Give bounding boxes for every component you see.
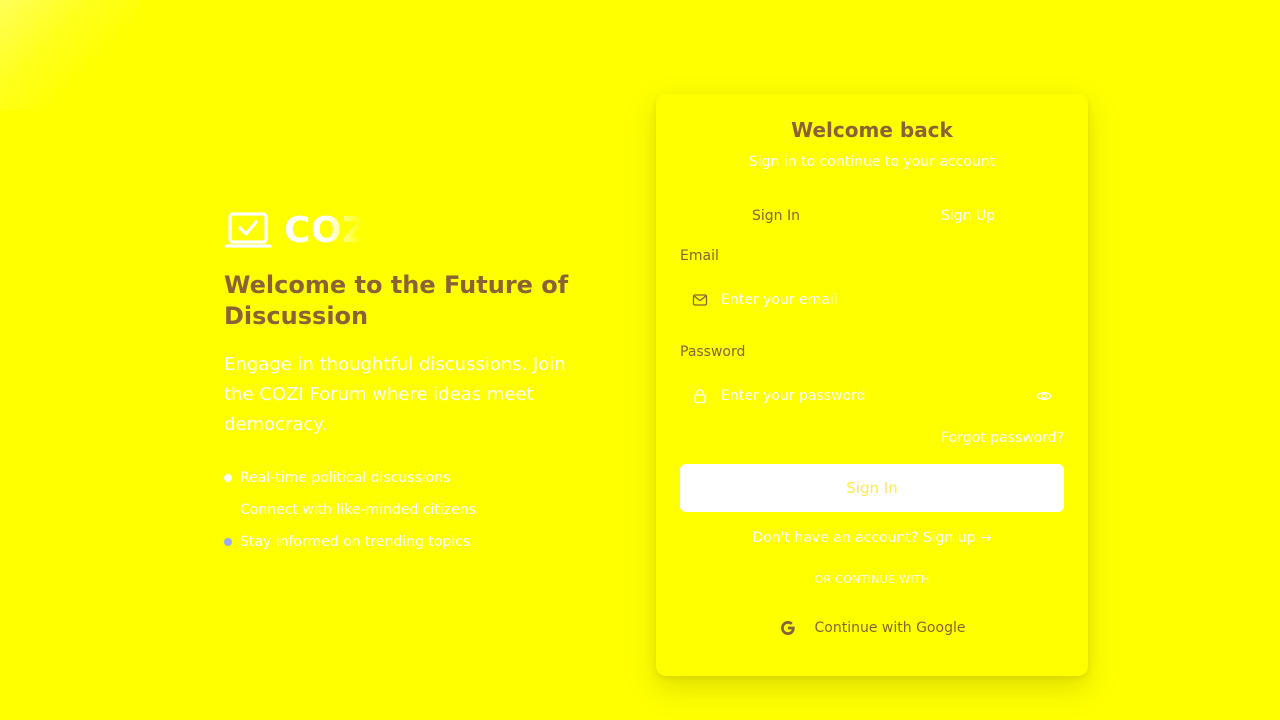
signup-prompt: Don't have an account? Sign up →	[656, 530, 1088, 546]
google-icon	[780, 621, 795, 635]
feature-text: Real-time political discussions	[240, 470, 451, 486]
feature-list: Real-time political discussions Connect …	[224, 462, 584, 558]
login-page: COZI Welcome to the Future of Discussion…	[0, 0, 1280, 720]
sign-in-button[interactable]: Sign In	[680, 464, 1064, 512]
bullet-dot	[224, 506, 232, 514]
mail-icon	[692, 294, 708, 306]
email-input[interactable]	[680, 278, 1064, 322]
hero-title: Welcome to the Future of Discussion	[224, 271, 569, 330]
feature-text: Connect with like-minded citizens	[240, 502, 476, 518]
checkbox-laptop-icon	[224, 212, 272, 248]
google-signin-button[interactable]: Continue with Google	[680, 610, 1064, 646]
hero-section: COZI Welcome to the Future of Discussion…	[224, 208, 584, 558]
corner-glow-decoration	[0, 0, 140, 110]
brand: COZI	[224, 208, 584, 252]
hero-description: Engage in thoughtful discussions. Join t…	[224, 354, 566, 435]
eye-icon[interactable]	[1036, 388, 1052, 404]
feature-item: Connect with like-minded citizens	[224, 494, 584, 526]
auth-card: Welcome back Sign in to continue to your…	[656, 94, 1088, 676]
feature-item: Real-time political discussions	[224, 462, 584, 494]
card-title: Welcome back	[791, 118, 953, 142]
bullet-dot	[224, 538, 232, 546]
tab-sign-in[interactable]: Sign In	[680, 204, 872, 228]
password-label: Password	[680, 344, 746, 360]
signup-prompt-text: Don't have an account?	[752, 530, 919, 546]
feature-text: Stay informed on trending topics	[240, 534, 471, 550]
google-button-label: Continue with Google	[814, 620, 966, 636]
password-field-wrapper	[680, 374, 1064, 418]
or-divider: OR CONTINUE WITH	[814, 573, 930, 586]
email-field-wrapper	[680, 278, 1064, 322]
email-label: Email	[680, 248, 719, 264]
signup-link[interactable]: Sign up →	[923, 530, 992, 546]
auth-tabs: Sign In Sign Up	[680, 204, 1064, 228]
forgot-password-link[interactable]: Forgot password?	[941, 430, 1064, 446]
feature-item: Stay informed on trending topics	[224, 526, 584, 558]
card-subtitle: Sign in to continue to your account	[748, 154, 996, 170]
tab-sign-up[interactable]: Sign Up	[872, 204, 1064, 228]
password-input[interactable]	[680, 374, 1064, 418]
lock-icon	[694, 389, 706, 404]
brand-name: COZI	[284, 209, 362, 251]
bullet-dot	[224, 474, 232, 482]
